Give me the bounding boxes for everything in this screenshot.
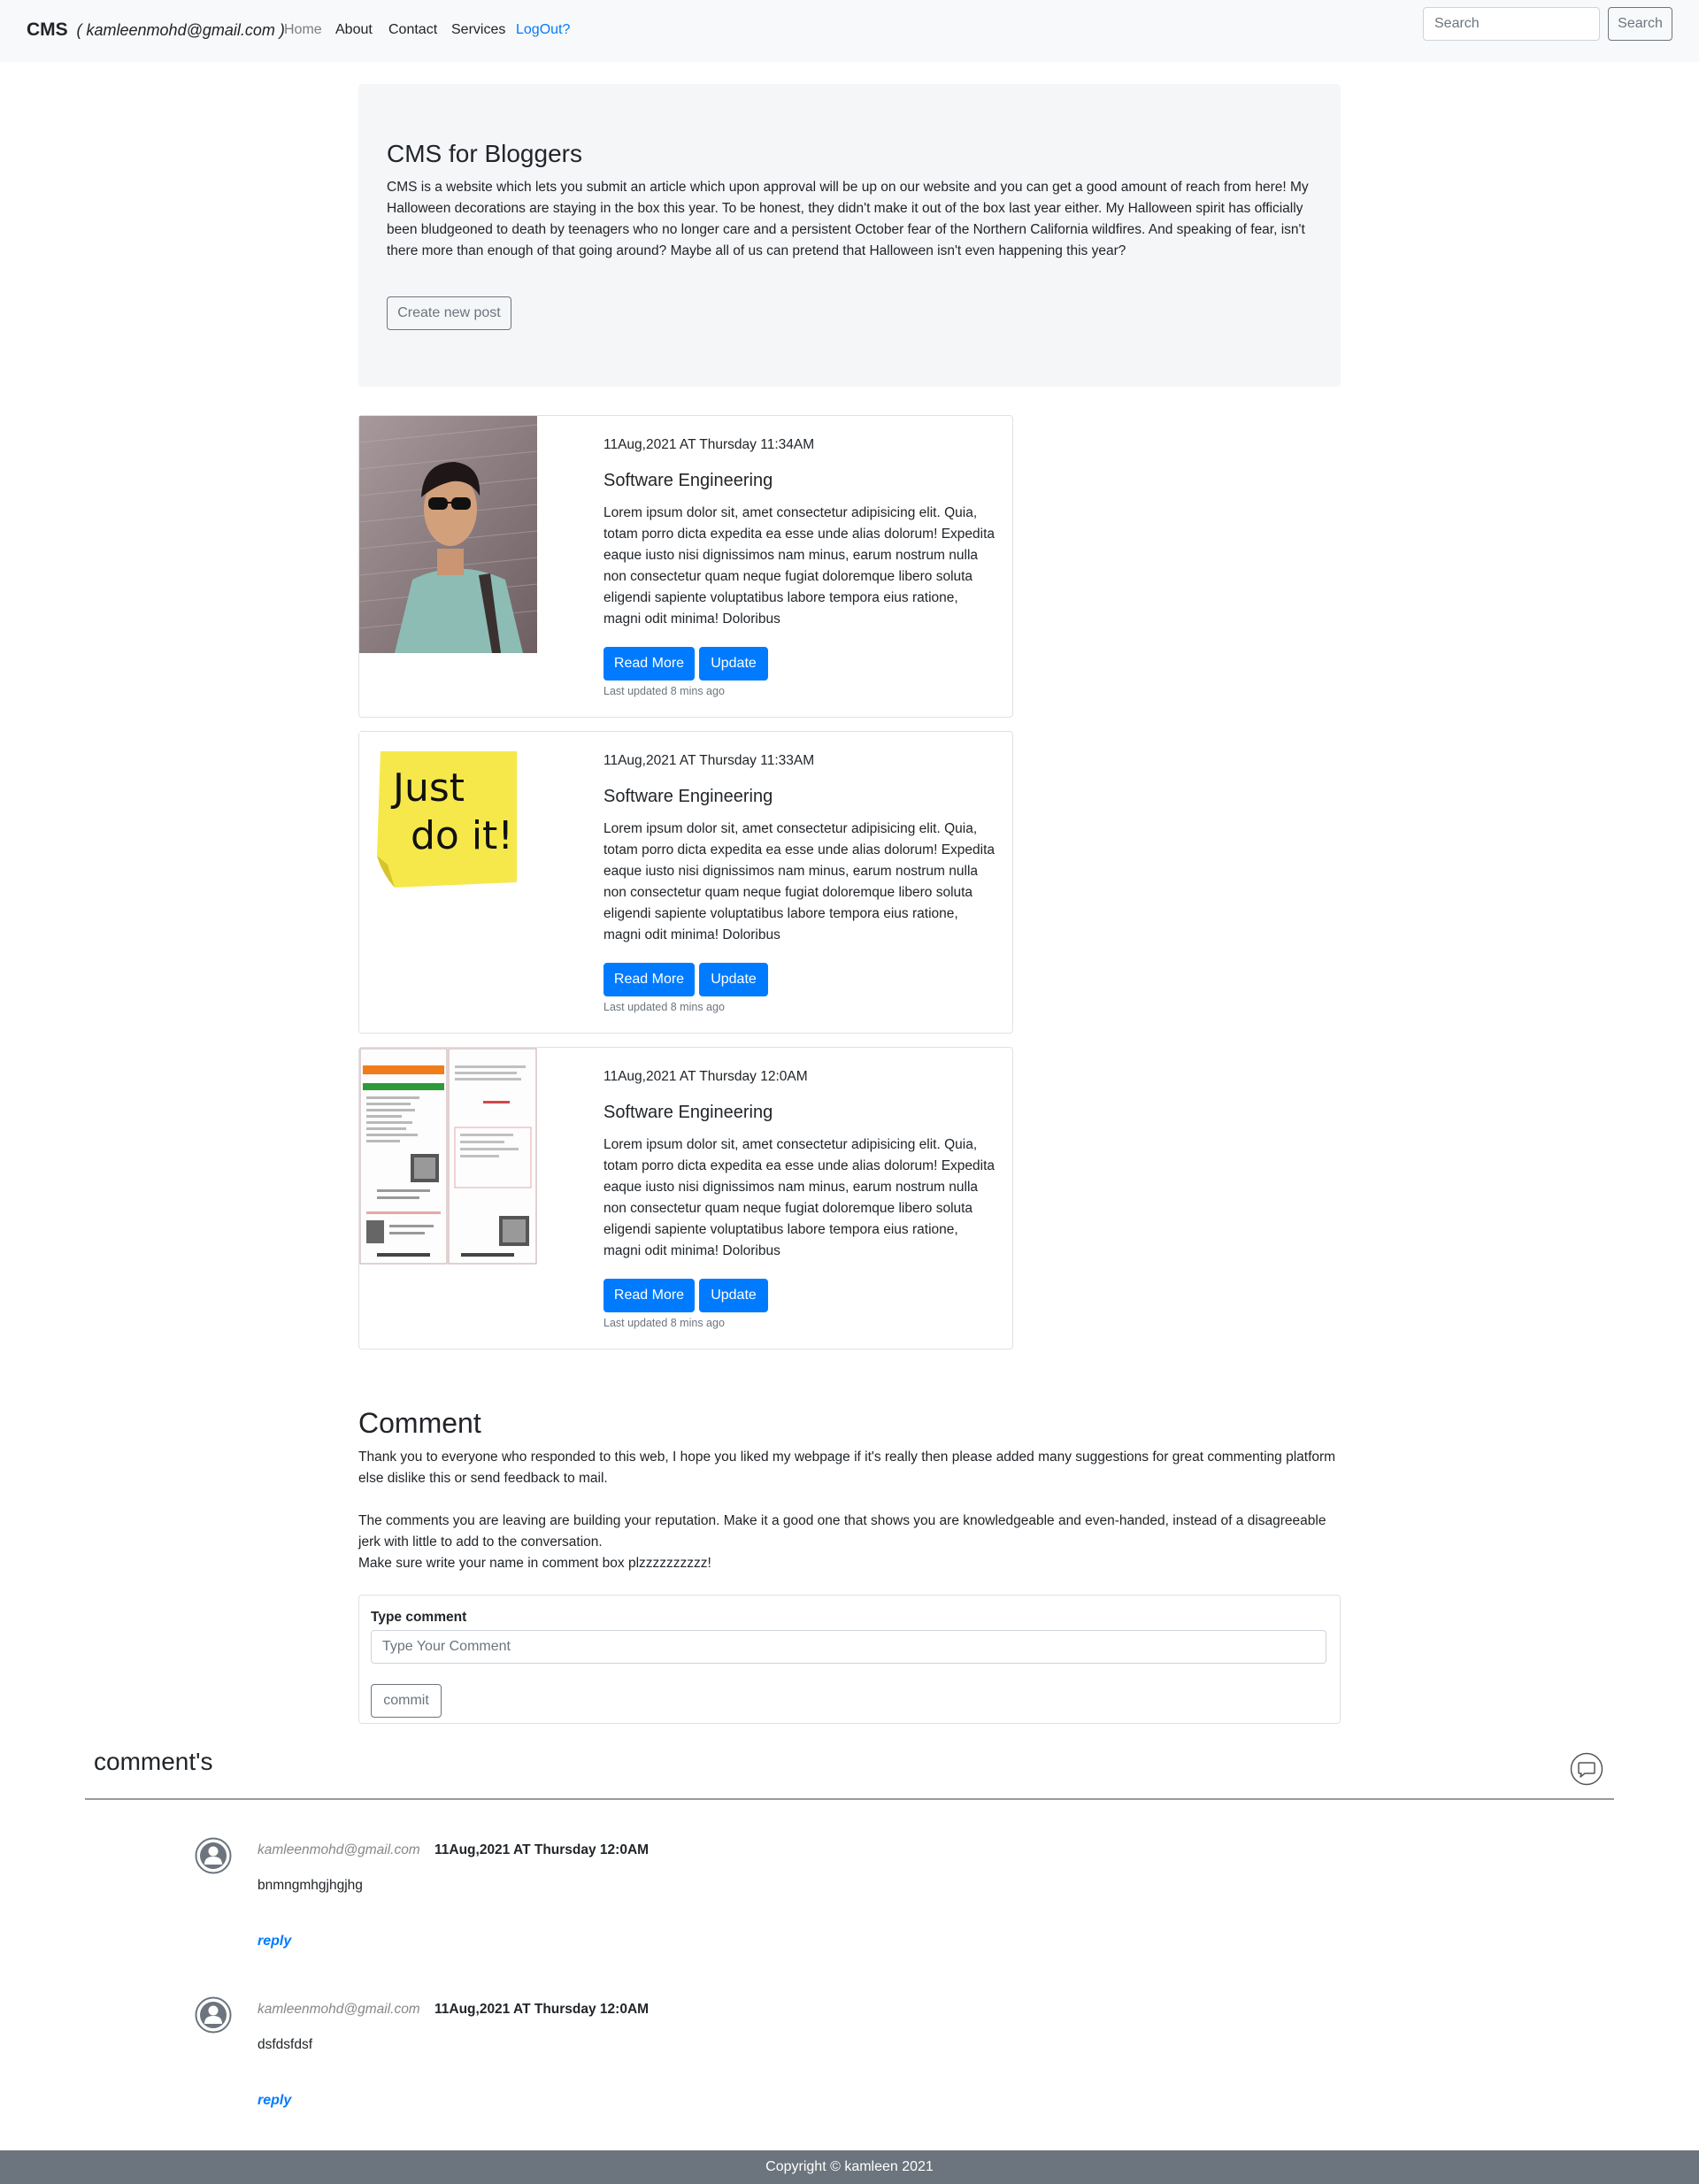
comment-guidelines-text: The comments you are leaving are buildin…: [358, 1513, 1326, 1550]
nav-logout-link[interactable]: LogOut?: [516, 22, 570, 38]
comments-list-title: comment's: [94, 1748, 213, 1775]
comment-label: Type comment: [371, 1610, 467, 1625]
search-input[interactable]: [1423, 7, 1600, 41]
search-button[interactable]: Search: [1608, 7, 1672, 41]
comment-heading: Comment: [358, 1407, 481, 1439]
post-excerpt: Lorem ipsum dolor sit, amet consectetur …: [603, 1137, 996, 1258]
jumbotron-title: CMS for Bloggers: [387, 140, 582, 167]
navbar: CMS ( kamleenmohd@gmail.com ) Home About…: [0, 0, 1699, 62]
comment-input[interactable]: [371, 1630, 1326, 1664]
comment-username: kamleenmohd@gmail.com: [258, 1842, 420, 1857]
post-excerpt: Lorem ipsum dolor sit, amet consectetur …: [603, 821, 996, 942]
chat-bubble-icon[interactable]: [1570, 1752, 1603, 1786]
jumbotron-text: CMS is a website which lets you submit a…: [387, 180, 1309, 258]
comment-date: 11Aug,2021 AT Thursday 12:0AM: [434, 1842, 650, 1857]
post-last-updated: Last updated 8 mins ago: [603, 685, 725, 697]
footer: Copyright © kamleen 2021: [0, 2150, 1699, 2184]
reply-link[interactable]: reply: [258, 2093, 291, 2109]
read-more-button[interactable]: Read More: [603, 647, 695, 681]
post-excerpt: Lorem ipsum dolor sit, amet consectetur …: [603, 505, 996, 627]
post-date: 11Aug,2021 AT Thursday 11:34AM: [603, 437, 815, 452]
post-title: Software Engineering: [603, 1103, 773, 1122]
nav-about-link[interactable]: About: [335, 22, 373, 38]
post-image-sticky-note: Just do it!: [359, 732, 537, 969]
comment-username: kamleenmohd@gmail.com: [258, 2002, 420, 2017]
nav-home-link[interactable]: Home: [284, 22, 322, 38]
jumbotron: CMS for Bloggers CMS is a website which …: [358, 84, 1341, 387]
post-card: Just do it! 11Aug,2021 AT Thursday 11:33…: [358, 731, 1013, 1034]
brand-user-email: ( kamleenmohd@gmail.com ): [76, 21, 285, 39]
comment-name-reminder: Make sure write your name in comment box…: [358, 1556, 711, 1571]
read-more-button[interactable]: Read More: [603, 963, 695, 996]
comment-text: bnmngmhgjhgjhg: [258, 1878, 363, 1893]
post-date: 11Aug,2021 AT Thursday 11:33AM: [603, 753, 815, 768]
post-card: 11Aug,2021 AT Thursday 11:34AM Software …: [358, 415, 1013, 718]
update-button[interactable]: Update: [699, 1279, 768, 1312]
user-avatar-icon: [195, 1996, 232, 2034]
post-title: Software Engineering: [603, 787, 773, 806]
comment-text: dsfdsfdsf: [258, 2037, 313, 2052]
post-card: 11Aug,2021 AT Thursday 12:0AM Software E…: [358, 1047, 1013, 1350]
post-last-updated: Last updated 8 mins ago: [603, 1317, 725, 1329]
commit-button[interactable]: commit: [371, 1684, 442, 1718]
brand-name[interactable]: CMS: [27, 19, 68, 40]
create-post-button[interactable]: Create new post: [387, 296, 511, 330]
update-button[interactable]: Update: [699, 963, 768, 996]
post-date: 11Aug,2021 AT Thursday 12:0AM: [603, 1069, 808, 1084]
footer-copyright: Copyright © kamleen 2021: [765, 2159, 934, 2174]
read-more-button[interactable]: Read More: [603, 1279, 695, 1312]
divider: [85, 1798, 1614, 1800]
user-avatar-icon: [195, 1837, 232, 1874]
nav-contact-link[interactable]: Contact: [388, 22, 437, 38]
sticky-note-line2: do it!: [411, 813, 513, 858]
comment-form: Type comment commit: [358, 1595, 1341, 1724]
comment-intro-text: Thank you to everyone who responded to t…: [358, 1450, 1336, 1486]
comment-date: 11Aug,2021 AT Thursday 12:0AM: [434, 2002, 650, 2017]
post-image-selfie: [359, 416, 537, 653]
reply-link[interactable]: reply: [258, 1934, 291, 1949]
nav-services-link[interactable]: Services: [451, 22, 505, 38]
post-last-updated: Last updated 8 mins ago: [603, 1001, 725, 1013]
post-title: Software Engineering: [603, 471, 773, 490]
brand[interactable]: CMS ( kamleenmohd@gmail.com ): [27, 19, 285, 41]
update-button[interactable]: Update: [699, 647, 768, 681]
sticky-note-line1: Just: [390, 765, 465, 811]
post-image-document-scan: [359, 1048, 537, 1285]
